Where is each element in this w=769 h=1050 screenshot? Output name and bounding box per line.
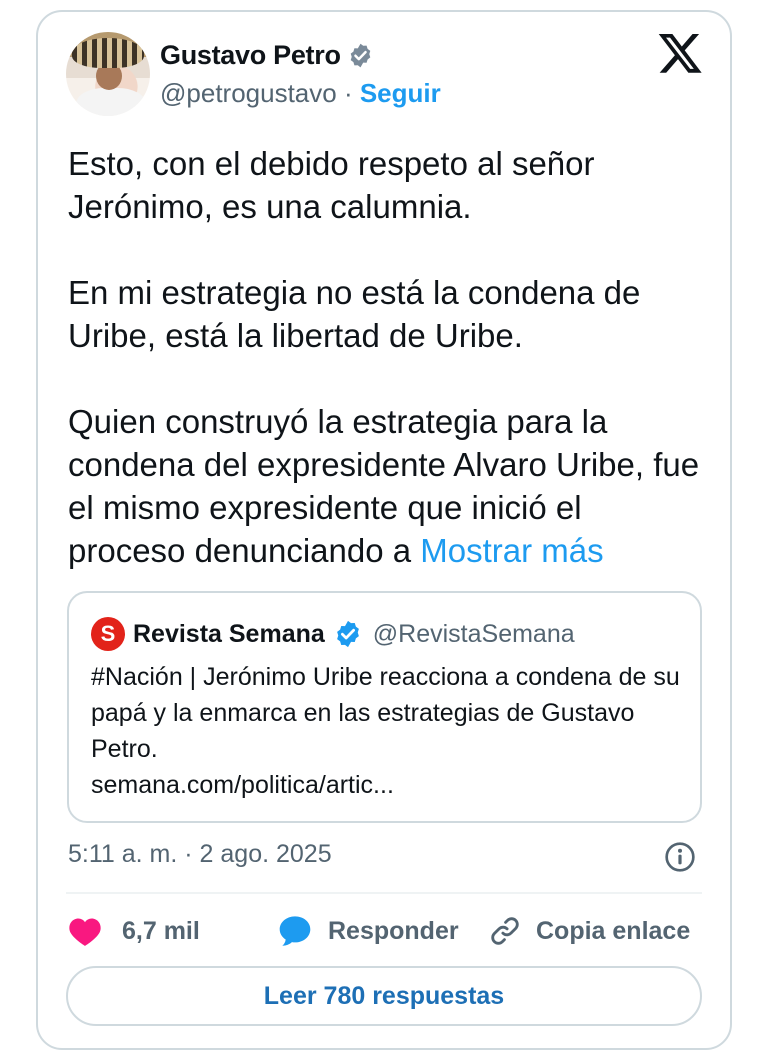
semana-logo: S [91, 617, 125, 651]
show-more-link[interactable]: Mostrar más [420, 532, 603, 569]
reply-label: Responder [328, 916, 459, 945]
read-replies-label: Leer 780 respuestas [263, 981, 505, 1010]
x-logo-icon[interactable] [658, 34, 702, 74]
tweet-paragraph: Esto, con el debido respeto al señor Jer… [68, 145, 595, 225]
info-icon[interactable] [664, 841, 696, 873]
copy-link-button[interactable]: Copia enlace [488, 914, 690, 948]
quoted-author-handle: @RevistaSemana [372, 619, 575, 648]
link-icon [491, 917, 519, 945]
quoted-tweet-header: S Revista Semana @RevistaSemana [91, 617, 575, 651]
divider [66, 892, 702, 894]
author-name-row[interactable]: Gustavo Petro [160, 40, 374, 71]
tweet-timestamp[interactable]: 5:11 a. m. · 2 ago. 2025 [68, 840, 332, 869]
tweet-paragraph-last: Quien construyó la estrategia para la co… [68, 400, 708, 572]
author-handle[interactable]: @petrogustavo [160, 78, 337, 108]
verified-badge-icon [350, 43, 370, 68]
like-count: 6,7 mil [122, 916, 200, 945]
author-handle-row: @petrogustavo · Seguir [160, 78, 441, 109]
handle-separator: · [336, 78, 360, 108]
reply-bubble-icon [279, 916, 311, 946]
like-button[interactable]: 6,7 mil [68, 916, 278, 946]
verified-badge-icon [336, 620, 359, 648]
quoted-tweet[interactable]: S Revista Semana @RevistaSemana #Nación … [67, 591, 702, 823]
author-name[interactable]: Gustavo Petro [160, 40, 341, 71]
tweet-paragraph: En mi estrategia no está la condena de U… [68, 274, 641, 354]
quoted-tweet-text: #Nación | Jerónimo Uribe reacciona a con… [91, 663, 680, 763]
avatar[interactable] [66, 32, 150, 116]
tweet-paragraph-text: Quien construyó la estrategia para la co… [68, 403, 700, 569]
read-replies-button[interactable]: Leer 780 respuestas [66, 966, 702, 1026]
quoted-author-name: Revista Semana [133, 619, 325, 648]
reply-button[interactable]: Responder [278, 915, 488, 947]
copy-link-label: Copia enlace [536, 916, 691, 945]
tweet-text: Esto, con el debido respeto al señor Jer… [68, 142, 708, 572]
follow-button[interactable]: Seguir [360, 78, 441, 108]
quoted-tweet-link[interactable]: semana.com/politica/artic... [91, 767, 681, 803]
heart-icon [69, 918, 101, 946]
tweet-actions: 6,7 mil Responder Copia enlace [68, 908, 690, 954]
quoted-tweet-body: #Nación | Jerónimo Uribe reacciona a con… [91, 659, 681, 803]
